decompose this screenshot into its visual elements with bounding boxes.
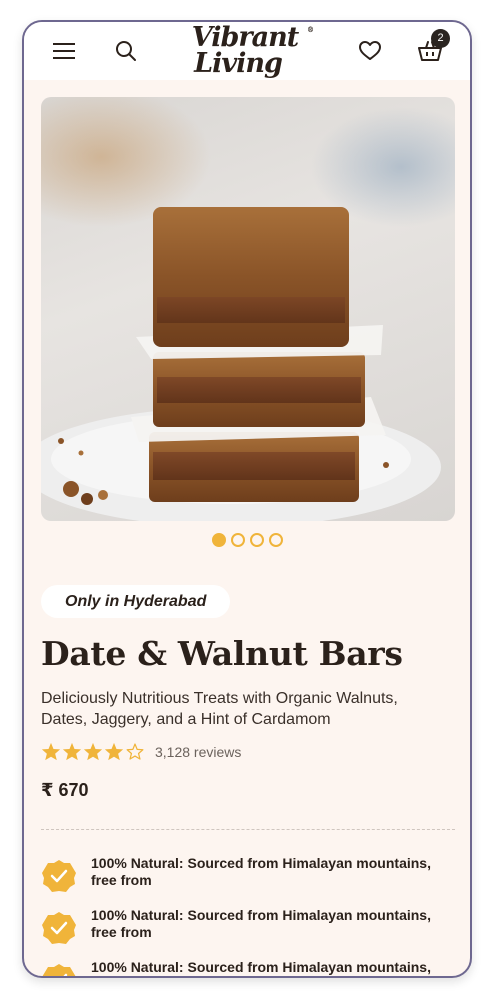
rating[interactable]: 3,128 reviews (41, 742, 241, 761)
product-title: Date & Walnut Bars (41, 634, 403, 673)
location-badge: Only in Hyderabad (41, 585, 231, 618)
list-item: 100% Natural: Sourced from Himalayan mou… (41, 854, 455, 906)
menu-button[interactable] (48, 35, 80, 67)
brand-logo[interactable]: Vibrant Living ® (170, 24, 320, 82)
star-filled-icon (83, 742, 103, 761)
star-filled-icon (62, 742, 82, 761)
search-button[interactable] (110, 35, 142, 67)
carousel-dot-1[interactable] (212, 533, 226, 547)
star-filled-icon (41, 742, 61, 761)
check-badge-icon (42, 860, 76, 892)
carousel-dots (212, 533, 283, 549)
phone-frame: Vibrant Living ® 2 Only in Hyderabad Dat… (22, 20, 472, 978)
product-image[interactable] (41, 97, 455, 521)
feature-text: 100% Natural: Sourced from Himalayan mou… (91, 855, 431, 888)
product-subtitle: Deliciously Nutritious Treats with Organ… (41, 690, 398, 728)
feature-text: 100% Natural: Sourced from Himalayan mou… (91, 959, 431, 975)
heart-icon (359, 41, 381, 60)
carousel-dot-2[interactable] (231, 533, 245, 547)
wishlist-button[interactable] (354, 35, 386, 67)
carousel-dot-4[interactable] (269, 533, 283, 547)
product-price: ₹ 670 (41, 780, 89, 800)
list-item: 100% Natural: Sourced from Himalayan mou… (41, 958, 455, 976)
divider (41, 829, 455, 830)
list-item: 100% Natural: Sourced from Himalayan mou… (41, 906, 455, 958)
menu-icon (53, 43, 75, 59)
carousel-dot-3[interactable] (250, 533, 264, 547)
star-empty-icon (126, 743, 144, 760)
check-badge-icon (42, 964, 76, 976)
feature-text: 100% Natural: Sourced from Himalayan mou… (91, 907, 431, 940)
star-filled-icon (104, 742, 124, 761)
header: Vibrant Living ® 2 (24, 22, 470, 80)
product-photo (41, 97, 455, 521)
check-badge-icon (42, 912, 76, 944)
cart-count-badge: 2 (431, 29, 450, 48)
rating-stars (41, 742, 145, 761)
review-count[interactable]: 3,128 reviews (155, 744, 241, 760)
feature-list: 100% Natural: Sourced from Himalayan mou… (41, 854, 455, 976)
search-icon (116, 41, 136, 61)
cart-button[interactable]: 2 (414, 29, 450, 67)
